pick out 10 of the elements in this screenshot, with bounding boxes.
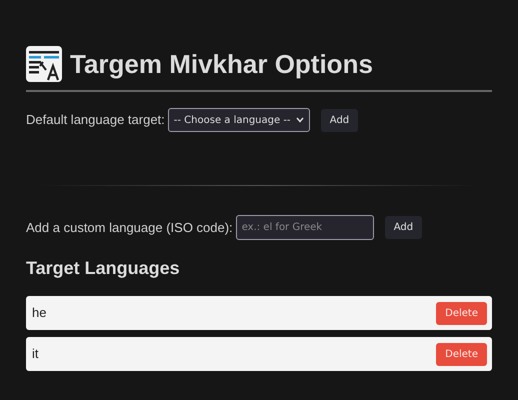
page-title: Targem Mivkhar Options — [70, 48, 373, 81]
language-select[interactable]: -- Choose a language -- — [168, 108, 310, 132]
add-button[interactable]: Add — [320, 108, 358, 132]
field-label: Default language target: — [26, 111, 165, 130]
language-code: it — [32, 345, 38, 364]
field-label: Add a custom language (ISO code): — [26, 218, 233, 237]
section-heading: Target Languages — [26, 257, 181, 279]
language-code-field[interactable]: ex.: el for Greek — [236, 215, 374, 240]
add-button[interactable]: Add — [384, 216, 422, 239]
language-code: he — [32, 304, 46, 322]
